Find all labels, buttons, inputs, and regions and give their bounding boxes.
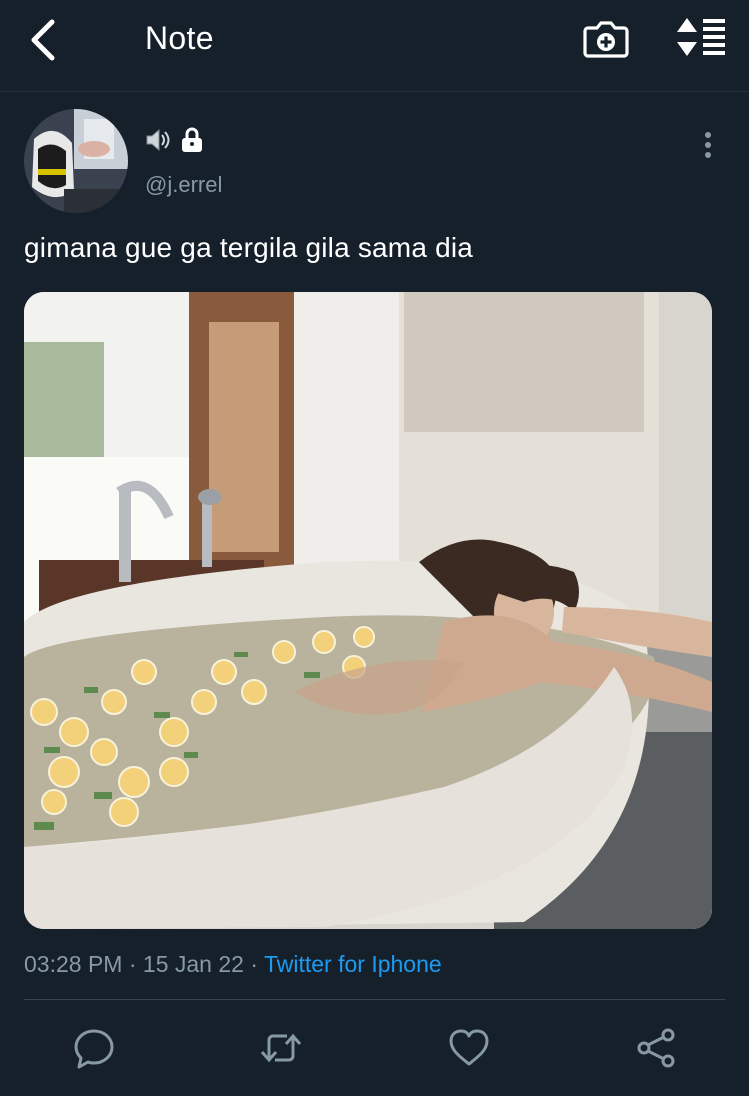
lock-icon [182,127,202,152]
tweet-date: 15 Jan 22 [142,951,244,977]
tweet-text: gimana gue ga tergila gila sama dia [24,232,474,263]
share-icon [637,1028,675,1068]
retweet-button[interactable] [259,1026,303,1070]
top-bar: Note [0,0,749,92]
speaker-icon [146,128,170,152]
retweet-icon [260,1033,302,1063]
tweet-photo[interactable] [24,292,712,929]
author-badges [144,126,204,154]
more-vertical-icon [705,132,711,158]
reply-button[interactable] [72,1026,116,1070]
like-button[interactable] [447,1026,491,1070]
bathtub-photo [24,292,712,929]
camera-button[interactable] [582,16,630,60]
author-handle[interactable]: @j.errel [145,172,222,198]
tweet-meta: 03:28 PM · 15 Jan 22 · Twitter for Iphon… [24,951,442,978]
sort-list-icon [677,18,725,56]
avatar-photo [24,109,128,213]
page-title: Note [145,20,214,56]
like-icon [449,1029,489,1066]
tweet-source-link[interactable]: Twitter for Iphone [264,951,442,977]
divider [24,999,725,1000]
more-options-button[interactable] [696,130,720,160]
tweet-time: 03:28 PM [24,951,123,977]
sort-button[interactable] [675,16,729,60]
meta-separator: · [128,951,137,977]
chevron-left-icon [31,19,55,61]
avatar[interactable] [24,109,128,213]
reply-icon [74,1029,114,1069]
camera-plus-icon [583,21,629,58]
share-button[interactable] [635,1026,679,1070]
meta-separator-2: · [250,951,258,977]
back-button[interactable] [22,16,66,64]
